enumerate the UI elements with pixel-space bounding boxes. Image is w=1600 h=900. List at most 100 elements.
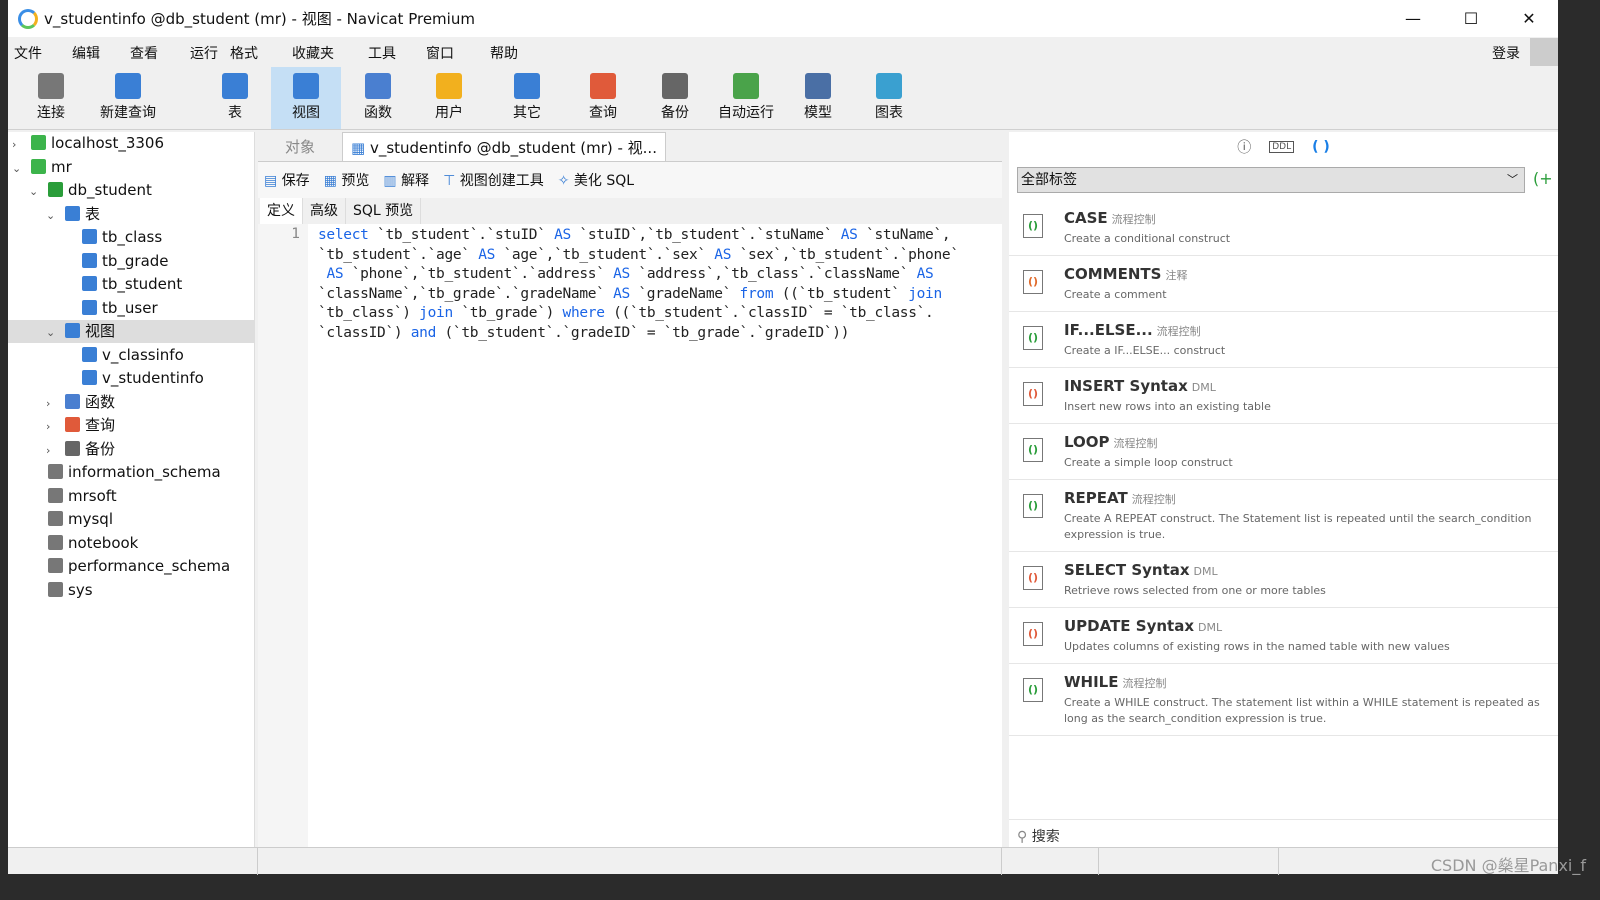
menu-item-2[interactable]: 查看 — [130, 43, 158, 63]
snippet-icon[interactable]: ( ) — [1312, 139, 1330, 155]
menu-item-3[interactable]: 运行 — [190, 43, 218, 63]
toolbar-button-1[interactable]: 新建查询 — [93, 67, 163, 129]
tree-item[interactable]: ⌄ mr — [8, 156, 254, 179]
menu-item-1[interactable]: 编辑 — [72, 43, 100, 63]
toolbar-button-2[interactable]: 表 — [200, 67, 270, 129]
tree-item[interactable]: sys — [8, 579, 254, 602]
tree-item[interactable]: tb_user — [8, 297, 254, 320]
chevron-down-icon[interactable]: ⌄ — [29, 180, 43, 203]
toolbar-button-5[interactable]: 用户 — [414, 67, 484, 129]
snippet-item[interactable]: () COMMENTS 注释 Create a comment — [1009, 256, 1558, 312]
backup-icon — [662, 73, 688, 99]
sql-editor[interactable]: 1 select `tb_student`.`stuID` AS `stuID`… — [258, 224, 1002, 847]
chevron-right-icon[interactable]: › — [46, 415, 60, 438]
sql-keyword: from — [739, 285, 774, 302]
snippet-item[interactable]: () INSERT Syntax DML Insert new rows into a… — [1009, 368, 1558, 424]
info-icon[interactable]: ⓘ — [1237, 137, 1251, 157]
avatar[interactable] — [1530, 38, 1558, 66]
tree-item[interactable]: tb_grade — [8, 250, 254, 273]
editor-toolbar-button-2[interactable]: ▥ 解释 — [383, 170, 429, 190]
tree-item[interactable]: mysql — [8, 508, 254, 531]
toolbar-button-0[interactable]: 连接 — [16, 67, 86, 129]
toolbar-label: 表 — [228, 105, 242, 121]
maximize-button[interactable]: ☐ — [1442, 9, 1500, 28]
menu-item-0[interactable]: 文件 — [14, 43, 42, 63]
tree-item[interactable]: ⌄ db_student — [8, 179, 254, 202]
tree-item[interactable]: ⌄ 视图 — [8, 320, 254, 343]
minimize-button[interactable]: — — [1384, 9, 1442, 28]
snippet-item[interactable]: () IF...ELSE... 流程控制 Create a IF...ELSE... … — [1009, 312, 1558, 368]
sql-keyword: AS — [613, 285, 630, 302]
menu-item-8[interactable]: 帮助 — [490, 43, 518, 63]
menu-item-7[interactable]: 窗口 — [426, 43, 454, 63]
chevron-right-icon[interactable]: › — [46, 439, 60, 462]
new-snippet-icon[interactable]: (+ — [1533, 169, 1553, 188]
toolbar-button-10[interactable]: 模型 — [783, 67, 853, 129]
editor-toolbar-button-4[interactable]: ✧ 美化 SQL — [558, 170, 634, 190]
snippet-item[interactable]: () SELECT Syntax DML Retrieve rows selected… — [1009, 552, 1558, 608]
snippet-tag: DML — [1191, 381, 1216, 394]
subtab-0[interactable]: 定义 — [260, 198, 303, 224]
tree-item[interactable]: › localhost_3306 — [8, 132, 254, 155]
chevron-down-icon[interactable]: ⌄ — [46, 321, 60, 344]
tree-item[interactable]: mrsoft — [8, 485, 254, 508]
chevron-down-icon[interactable]: ⌄ — [46, 204, 60, 227]
toolbar-button-8[interactable]: 备份 — [640, 67, 710, 129]
editor-toolbar-button-0[interactable]: ▤ 保存 — [264, 170, 310, 190]
toolbar-label: 新建查询 — [100, 105, 156, 121]
tab-objects[interactable]: 对象 — [258, 132, 342, 161]
toolbar-button-7[interactable]: 查询 — [568, 67, 638, 129]
close-button[interactable]: ✕ — [1500, 9, 1558, 28]
menu-item-5[interactable]: 收藏夹 — [292, 43, 334, 63]
tree-item[interactable]: v_classinfo — [8, 344, 254, 367]
subtab-2[interactable]: SQL 预览 — [346, 198, 422, 224]
tree-item[interactable]: performance_schema — [8, 555, 254, 578]
button-label: 解释 — [401, 173, 430, 189]
snippet-item[interactable]: () REPEAT 流程控制 Create A REPEAT construct. T… — [1009, 480, 1558, 552]
snippet-item[interactable]: () LOOP 流程控制 Create a simple loop construct — [1009, 424, 1558, 480]
tree-item[interactable]: tb_class — [8, 226, 254, 249]
view-icon — [293, 73, 319, 99]
tree-item[interactable]: ⌄ 表 — [8, 203, 254, 226]
snippet-header: IF...ELSE... 流程控制 — [1064, 321, 1558, 339]
chevron-right-icon[interactable]: › — [12, 133, 26, 156]
tree-item[interactable]: › 函数 — [8, 391, 254, 414]
tree-item[interactable]: › 查询 — [8, 414, 254, 437]
chevron-right-icon[interactable]: › — [46, 392, 60, 415]
tree-item[interactable]: information_schema — [8, 461, 254, 484]
explain-icon: ▥ — [383, 173, 402, 189]
view-icon: ▦ — [351, 139, 370, 157]
tree-item[interactable]: › 备份 — [8, 438, 254, 461]
toolbar-button-4[interactable]: 函数 — [343, 67, 413, 129]
toolbar-button-9[interactable]: 自动运行 — [711, 67, 781, 129]
subtab-1[interactable]: 高级 — [303, 198, 346, 224]
panel-mode-icons: ⓘ DDL ( ) — [1009, 132, 1558, 162]
snippet-item[interactable]: () UPDATE Syntax DML Updates columns of exi… — [1009, 608, 1558, 664]
editor-toolbar-button-3[interactable]: ⊤ 视图创建工具 — [443, 170, 544, 190]
snippet-item[interactable]: () WHILE 流程控制 Create a WHILE construct. The… — [1009, 664, 1558, 736]
tree-item-label: tb_grade — [102, 251, 169, 270]
chevron-down-icon[interactable]: ⌄ — [12, 157, 26, 180]
menu-bar: 文件 编辑 查看 运行 格式 收藏夹 工具 窗口 帮助 登录 — [8, 37, 1558, 67]
tab-view-studentinfo[interactable]: ▦ v_studentinfo @db_student (mr) - 视... — [342, 132, 666, 161]
toolbar-button-3[interactable]: 视图 — [271, 67, 341, 129]
tree-item[interactable]: v_studentinfo — [8, 367, 254, 390]
snippet-search-input[interactable]: ⚲ 搜索 — [1009, 819, 1558, 847]
tree-node-icon — [82, 346, 97, 362]
snippet-item[interactable]: () CASE 流程控制 Create a conditional construct — [1009, 200, 1558, 256]
snippet-file-icon: () — [1023, 270, 1043, 294]
snippet-name: COMMENTS — [1064, 265, 1162, 283]
ddl-icon[interactable]: DDL — [1269, 141, 1295, 153]
menu-item-4[interactable]: 格式 — [230, 43, 258, 63]
button-label: 视图创建工具 — [459, 173, 544, 189]
toolbar-button-11[interactable]: 图表 — [854, 67, 924, 129]
login-link[interactable]: 登录 — [1492, 43, 1520, 63]
designer-subtabs: 定义 高级 SQL 预览 — [258, 198, 1002, 224]
tag-filter-select[interactable]: 全部标签 ﹀ — [1017, 167, 1525, 193]
sql-code[interactable]: select `tb_student`.`stuID` AS `stuID`,`… — [318, 226, 959, 344]
toolbar-button-6[interactable]: 其它 — [492, 67, 562, 129]
tree-item[interactable]: notebook — [8, 532, 254, 555]
editor-toolbar-button-1[interactable]: ▦ 预览 — [324, 170, 370, 190]
tree-item[interactable]: tb_student — [8, 273, 254, 296]
menu-item-6[interactable]: 工具 — [368, 43, 396, 63]
